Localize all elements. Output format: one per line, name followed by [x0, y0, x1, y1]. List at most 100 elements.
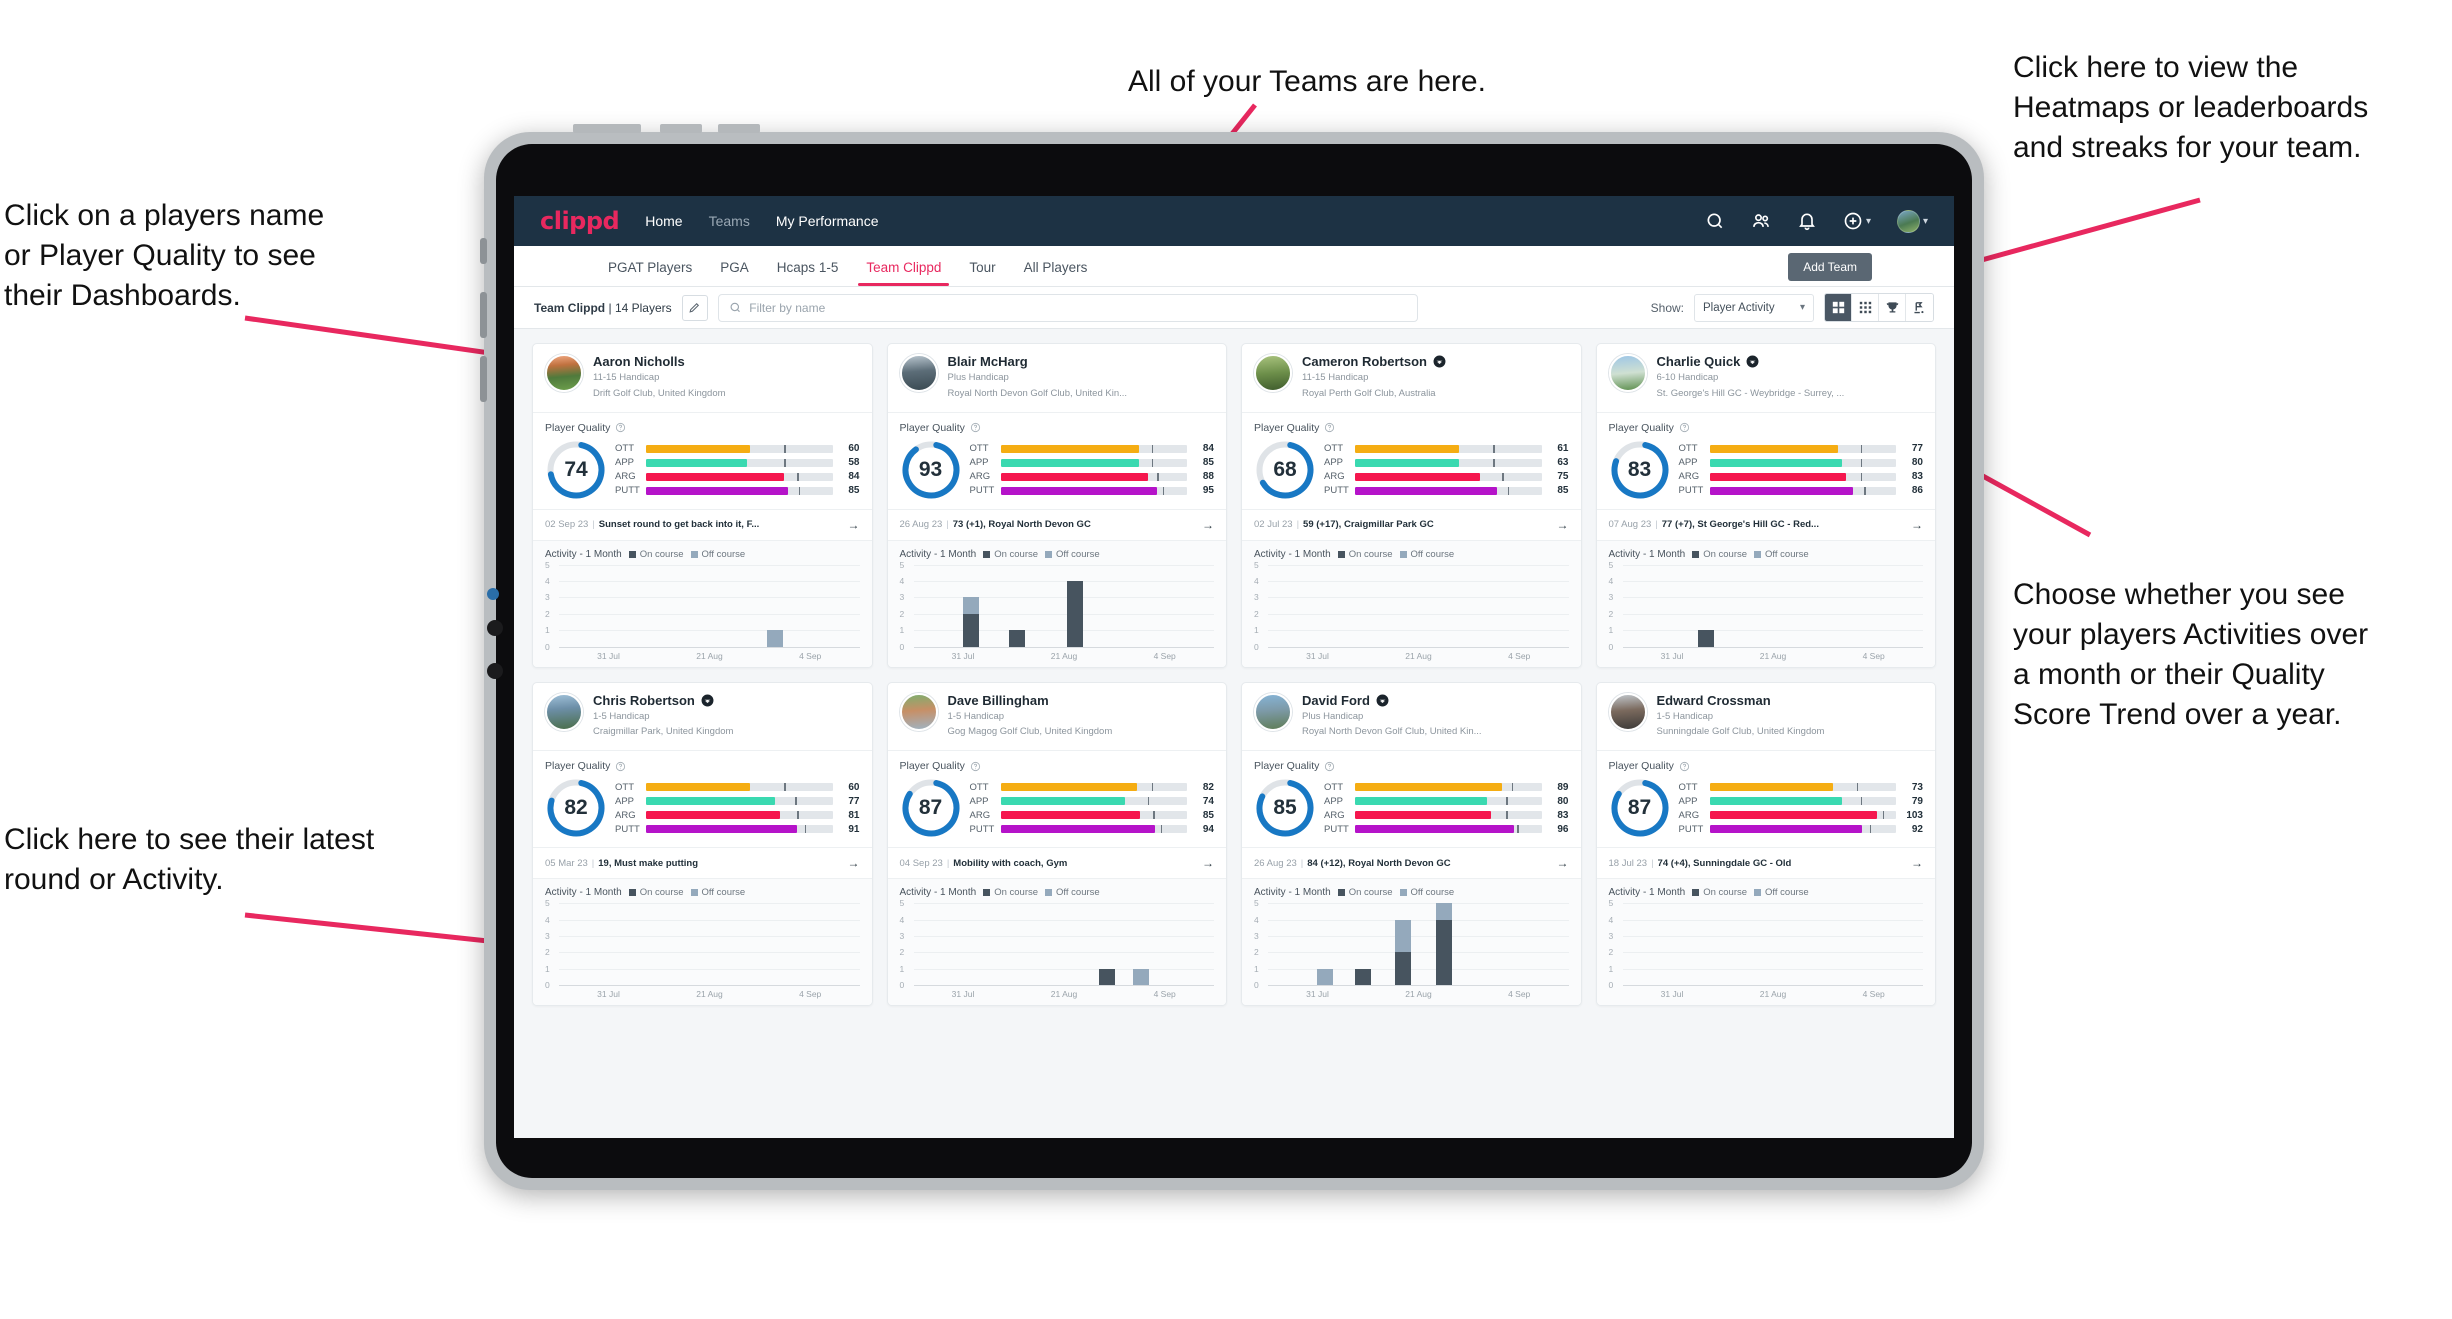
player-card-header[interactable]: Cameron Robertson 11-15 Handicap Royal P…	[1242, 344, 1581, 413]
player-quality-section[interactable]: Player Quality 87 OTT 82 APP 74 ARG 85 P…	[887, 751, 1226, 849]
help-icon[interactable]	[970, 422, 981, 433]
nav-link-my-performance[interactable]: My Performance	[776, 213, 879, 229]
player-quality-section[interactable]: Player Quality 87 OTT 73 APP 79 ARG 103 …	[1596, 751, 1935, 849]
player-card[interactable]: Charlie Quick 6-10 Handicap St. George's…	[1595, 343, 1936, 668]
player-name-row[interactable]: Blair McHarg	[948, 354, 1128, 369]
player-card[interactable]: Dave Billingham 1-5 Handicap Gog Magog G…	[886, 681, 1227, 1007]
tab-all-players[interactable]: All Players	[1010, 260, 1102, 286]
player-quality-section[interactable]: Player Quality 93 OTT 84 APP 85 ARG 88 P…	[887, 413, 1226, 510]
edit-team-button[interactable]	[681, 294, 708, 321]
player-card[interactable]: Blair McHarg Plus Handicap Royal North D…	[886, 343, 1227, 668]
player-avatar[interactable]	[1608, 692, 1647, 731]
show-mode-select[interactable]: Player Activity ▾	[1694, 293, 1814, 322]
player-quality-section[interactable]: Player Quality 85 OTT 89 APP 80 ARG 83 P…	[1242, 751, 1581, 849]
player-name[interactable]: Blair McHarg	[948, 354, 1028, 369]
player-name-row[interactable]: David Ford	[1302, 693, 1482, 708]
player-quality-section[interactable]: Player Quality 83 OTT 77 APP 80 ARG 83 P…	[1596, 413, 1935, 510]
player-card-header[interactable]: Edward Crossman 1-5 Handicap Sunningdale…	[1596, 683, 1935, 752]
player-quality-ring[interactable]: 85	[1254, 777, 1316, 839]
player-name-row[interactable]: Chris Robertson	[593, 693, 733, 708]
arrow-right-icon[interactable]: →	[1549, 856, 1569, 870]
tab-pgat-players[interactable]: PGAT Players	[594, 260, 706, 286]
player-name[interactable]: Cameron Robertson	[1302, 354, 1427, 369]
latest-round-row[interactable]: 02 Sep 23 | Sunset round to get back int…	[533, 509, 872, 541]
player-quality-ring[interactable]: 68	[1254, 439, 1316, 501]
player-card-header[interactable]: David Ford Plus Handicap Royal North Dev…	[1242, 683, 1581, 752]
tablet-volume-down-button[interactable]	[718, 124, 760, 133]
player-name-row[interactable]: Charlie Quick	[1657, 354, 1845, 369]
latest-round-row[interactable]: 02 Jul 23 | 59 (+17), Craigmillar Park G…	[1242, 509, 1581, 541]
player-quality-section[interactable]: Player Quality 82 OTT 60 APP 77 ARG 81 P…	[533, 751, 872, 849]
player-avatar[interactable]	[899, 354, 938, 392]
tab-hcaps-1-5[interactable]: Hcaps 1-5	[763, 260, 853, 286]
player-name[interactable]: David Ford	[1302, 693, 1370, 708]
add-team-button[interactable]: Add Team	[1788, 253, 1872, 281]
player-quality-section[interactable]: Player Quality 74 OTT 60 APP 58 ARG 84 P…	[533, 413, 872, 510]
player-card-header[interactable]: Blair McHarg Plus Handicap Royal North D…	[887, 344, 1226, 413]
latest-round-row[interactable]: 04 Sep 23 | Mobility with coach, Gym →	[887, 848, 1226, 880]
player-card-header[interactable]: Dave Billingham 1-5 Handicap Gog Magog G…	[887, 683, 1226, 752]
help-icon[interactable]	[615, 422, 626, 433]
help-icon[interactable]	[1324, 761, 1335, 772]
people-icon[interactable]	[1751, 211, 1771, 231]
player-name-row[interactable]: Cameron Robertson	[1302, 354, 1446, 369]
player-name-row[interactable]: Dave Billingham	[948, 693, 1113, 708]
arrow-right-icon[interactable]: →	[840, 856, 860, 870]
help-icon[interactable]	[615, 761, 626, 772]
search-icon[interactable]	[1705, 211, 1725, 231]
tablet-volume-up-button[interactable]	[660, 124, 702, 133]
player-name-row[interactable]: Aaron Nicholls	[593, 354, 726, 369]
player-avatar[interactable]	[545, 354, 583, 392]
tab-tour[interactable]: Tour	[955, 260, 1009, 286]
player-card-header[interactable]: Aaron Nicholls 11-15 Handicap Drift Golf…	[533, 344, 872, 413]
tablet-power-button[interactable]	[573, 124, 641, 133]
player-quality-ring[interactable]: 87	[900, 777, 962, 839]
player-quality-ring[interactable]: 87	[1609, 777, 1671, 839]
player-card[interactable]: Aaron Nicholls 11-15 Handicap Drift Golf…	[532, 343, 873, 668]
player-card[interactable]: Cameron Robertson 11-15 Handicap Royal P…	[1241, 343, 1582, 668]
latest-round-row[interactable]: 26 Aug 23 | 84 (+12), Royal North Devon …	[1242, 848, 1581, 880]
player-card[interactable]: David Ford Plus Handicap Royal North Dev…	[1241, 681, 1582, 1007]
help-icon[interactable]	[1679, 422, 1690, 433]
arrow-right-icon[interactable]: →	[1549, 518, 1569, 532]
search-box[interactable]	[717, 293, 1418, 322]
tab-pga[interactable]: PGA	[706, 260, 763, 286]
trophy-leaderboard-icon[interactable]	[1879, 294, 1906, 321]
arrow-right-icon[interactable]: →	[1194, 518, 1214, 532]
player-quality-ring[interactable]: 83	[1609, 439, 1671, 501]
player-avatar[interactable]	[1254, 692, 1292, 731]
grid-view-icon[interactable]	[1825, 294, 1852, 321]
player-avatar[interactable]	[899, 692, 938, 731]
profile-menu[interactable]: ▾	[1896, 209, 1928, 233]
plus-circle-icon[interactable]	[1843, 211, 1863, 231]
latest-round-row[interactable]: 26 Aug 23 | 73 (+1), Royal North Devon G…	[887, 509, 1226, 541]
player-avatar[interactable]	[1254, 354, 1292, 392]
player-name-row[interactable]: Edward Crossman	[1657, 693, 1825, 708]
player-name[interactable]: Charlie Quick	[1657, 354, 1741, 369]
latest-round-row[interactable]: 07 Aug 23 | 77 (+7), St George's Hill GC…	[1596, 509, 1935, 541]
player-card[interactable]: Edward Crossman 1-5 Handicap Sunningdale…	[1595, 681, 1936, 1007]
player-quality-ring[interactable]: 82	[545, 777, 607, 839]
clippd-logo[interactable]: clippd	[540, 207, 620, 235]
bell-icon[interactable]	[1797, 211, 1817, 231]
player-avatar[interactable]	[1608, 354, 1647, 392]
player-name[interactable]: Edward Crossman	[1657, 693, 1771, 708]
dense-grid-view-icon[interactable]	[1852, 294, 1879, 321]
player-quality-ring[interactable]: 74	[545, 439, 607, 501]
player-card-header[interactable]: Chris Robertson 1-5 Handicap Craigmillar…	[533, 683, 872, 752]
nav-link-teams[interactable]: Teams	[709, 213, 750, 229]
player-quality-ring[interactable]: 93	[900, 439, 962, 501]
player-avatar[interactable]	[545, 692, 583, 731]
player-quality-section[interactable]: Player Quality 68 OTT 61 APP 63 ARG 75 P…	[1242, 413, 1581, 510]
avatar[interactable]	[1896, 209, 1920, 233]
arrow-right-icon[interactable]: →	[840, 518, 860, 532]
tab-team-clippd[interactable]: Team Clippd	[852, 260, 955, 286]
help-icon[interactable]	[1679, 761, 1690, 772]
help-icon[interactable]	[1324, 422, 1335, 433]
player-name[interactable]: Chris Robertson	[593, 693, 695, 708]
arrow-right-icon[interactable]: →	[1194, 856, 1214, 870]
search-input[interactable]	[749, 300, 1407, 315]
player-card[interactable]: Chris Robertson 1-5 Handicap Craigmillar…	[532, 681, 873, 1007]
latest-round-row[interactable]: 05 Mar 23 | 19, Must make putting →	[533, 848, 872, 880]
player-card-header[interactable]: Charlie Quick 6-10 Handicap St. George's…	[1596, 344, 1935, 413]
